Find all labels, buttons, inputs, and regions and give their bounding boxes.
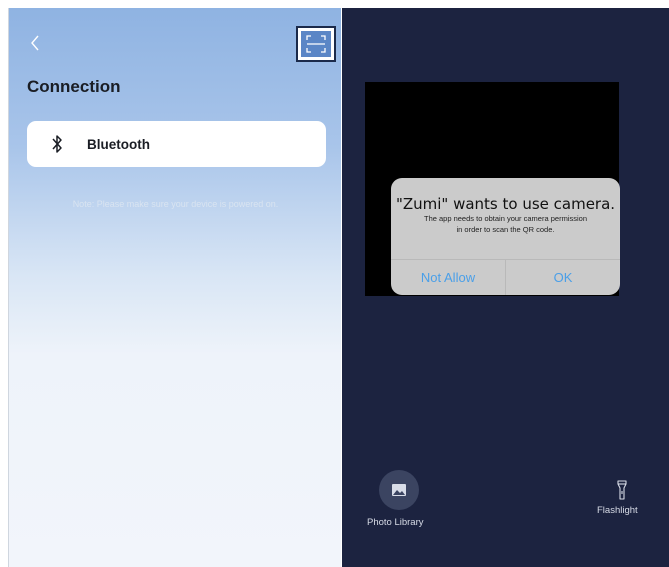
connection-screen: Connection Bluetooth Note: Please make s… xyxy=(8,8,341,567)
not-allow-button[interactable]: Not Allow xyxy=(391,260,506,295)
bluetooth-option[interactable]: Bluetooth xyxy=(27,121,326,167)
bluetooth-icon xyxy=(52,135,62,153)
dialog-message-line: in order to scan the QR code. xyxy=(456,225,555,234)
bluetooth-label: Bluetooth xyxy=(87,136,150,152)
dialog-title: "Zumi" wants to use camera. xyxy=(395,195,616,213)
flashlight-icon[interactable] xyxy=(615,480,629,500)
power-note: Note: Please make sure your device is po… xyxy=(72,199,279,209)
photo-library-button[interactable] xyxy=(379,470,419,510)
image-icon xyxy=(392,484,406,496)
page-title: Connection xyxy=(27,77,121,96)
flashlight-label[interactable]: Flashlight xyxy=(597,505,638,516)
back-chevron-icon[interactable] xyxy=(27,32,47,54)
ok-button[interactable]: OK xyxy=(506,260,620,295)
photo-library-label[interactable]: Photo Library xyxy=(367,517,424,528)
dialog-message-line: The app needs to obtain your camera perm… xyxy=(423,214,587,223)
scan-icon xyxy=(301,31,331,57)
scan-button[interactable] xyxy=(296,26,336,62)
scanner-screen: "Zumi" wants to use camera. The app need… xyxy=(342,8,669,567)
dialog-message: The app needs to obtain your camera perm… xyxy=(399,213,612,235)
dialog-actions: Not Allow OK xyxy=(391,259,620,295)
camera-permission-dialog: "Zumi" wants to use camera. The app need… xyxy=(391,178,620,295)
